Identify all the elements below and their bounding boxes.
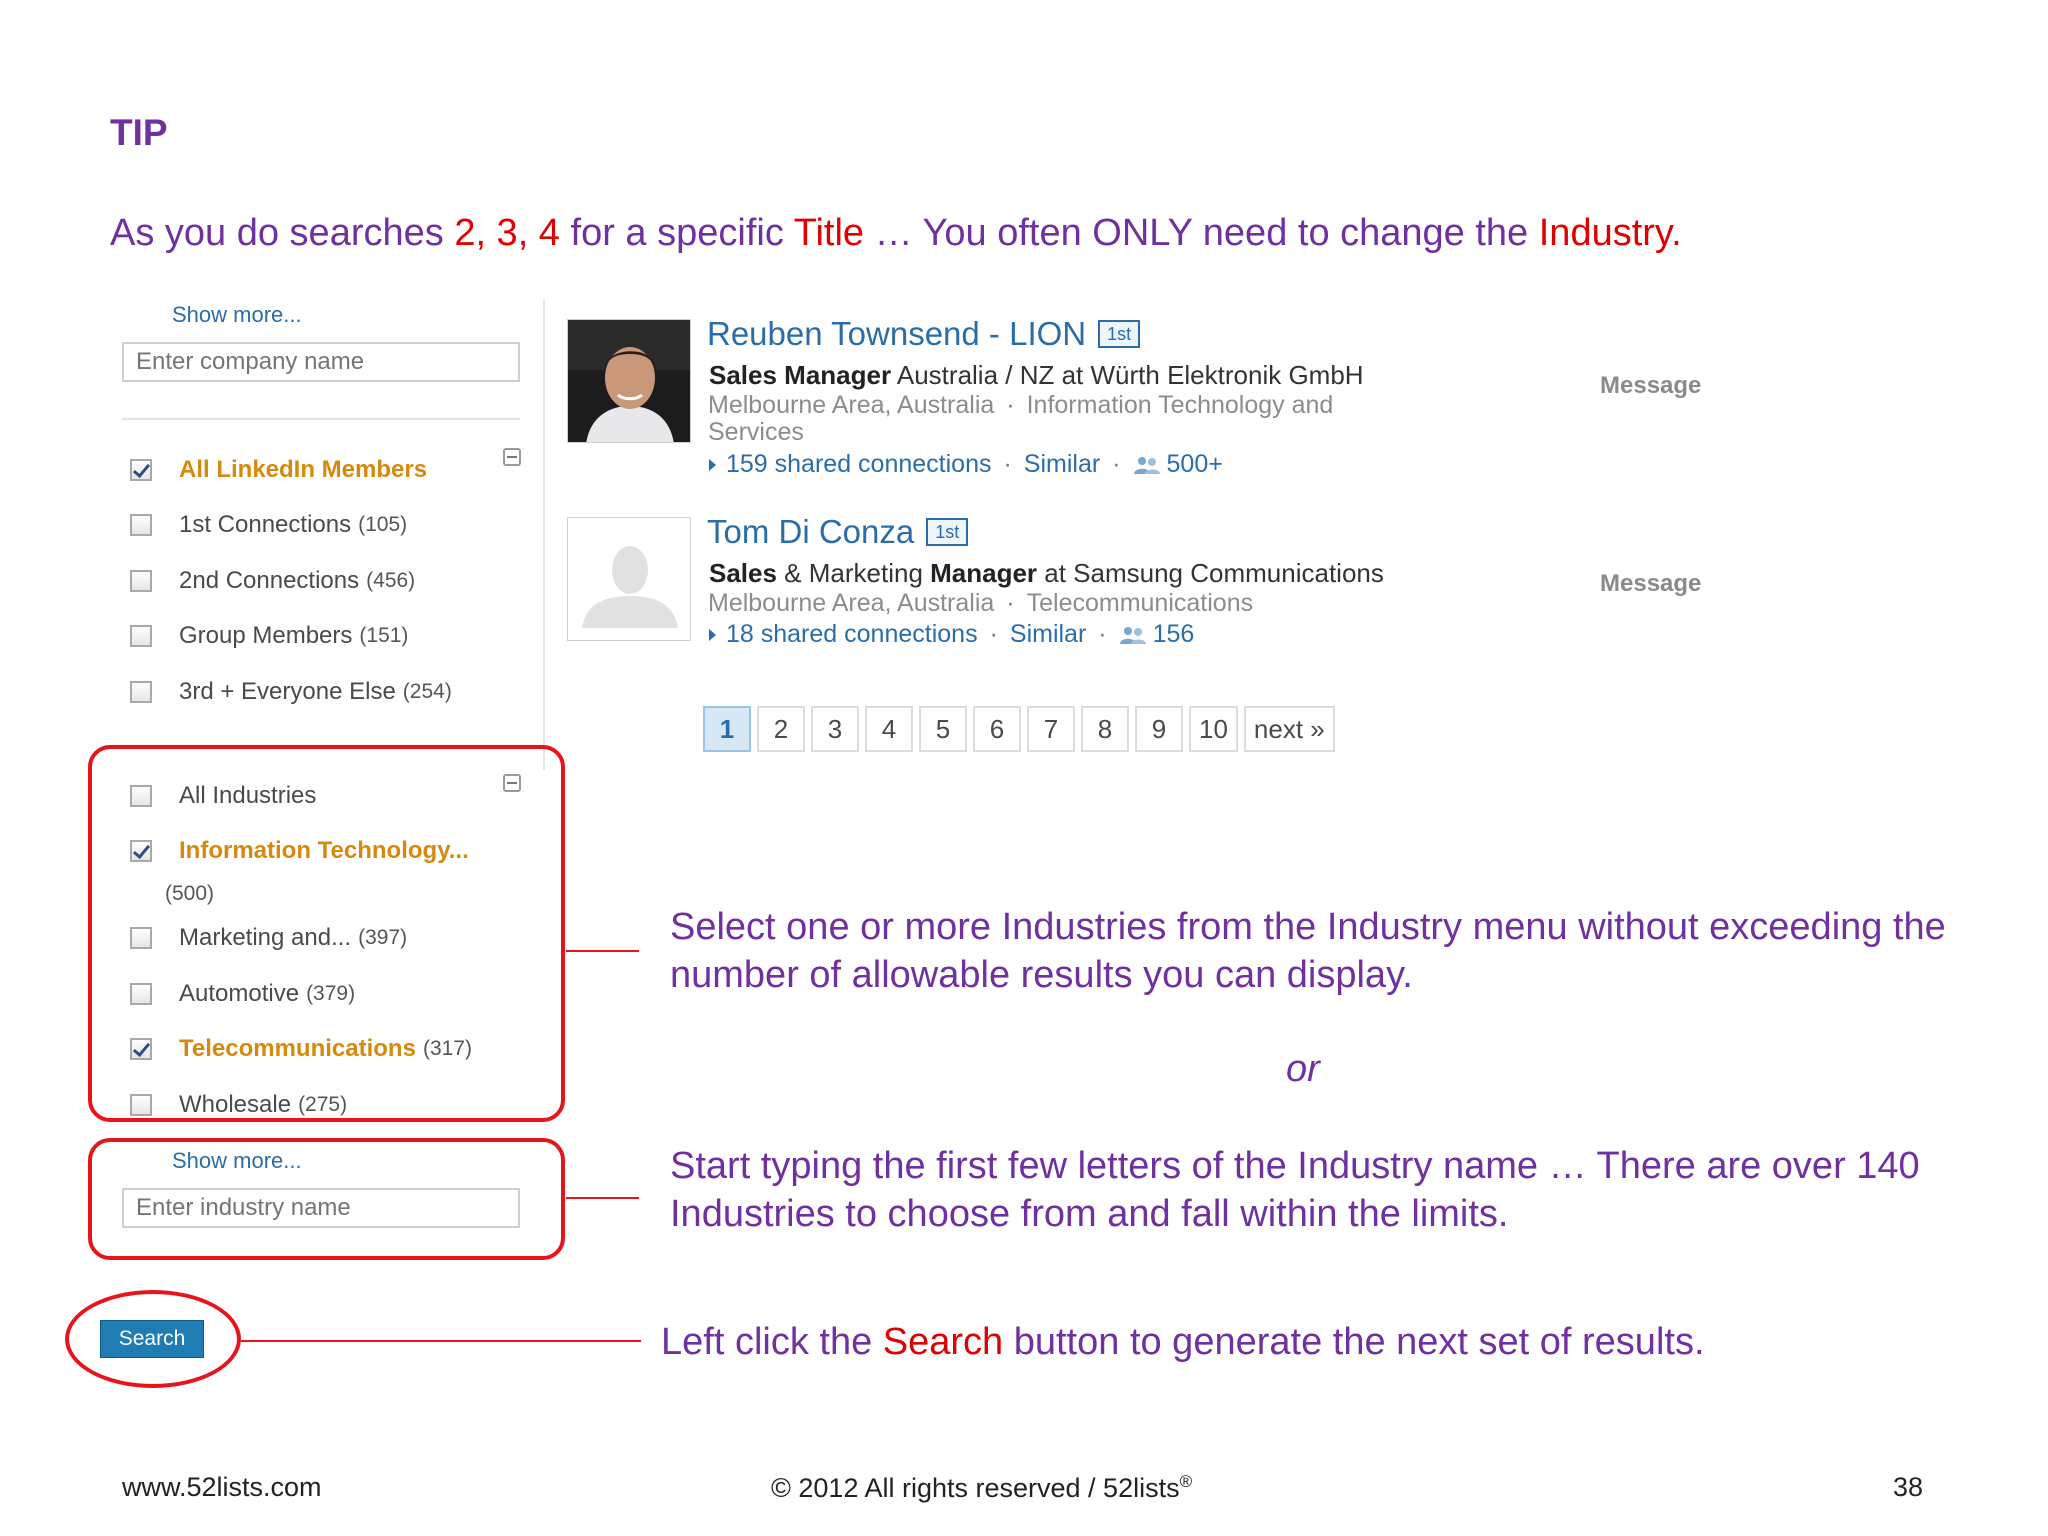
result-name-link[interactable]: Tom Di Conza [707, 513, 914, 551]
result-name-row: Tom Di Conza 1st [707, 513, 969, 551]
connector-line [566, 950, 639, 952]
page-8-button[interactable]: 8 [1081, 706, 1129, 752]
company-name-input[interactable] [122, 342, 520, 382]
connections-count: 500+ [1166, 450, 1223, 478]
company-show-more-link[interactable]: Show more... [172, 302, 302, 328]
page-4-button[interactable]: 4 [865, 706, 913, 752]
connections-icon [1119, 626, 1146, 644]
filter-1st-connections[interactable]: 1st Connections (105) [130, 511, 407, 539]
connections-count: 156 [1152, 620, 1195, 648]
result-location-industry: Melbourne Area, Australia · Telecommunicat… [708, 589, 1254, 617]
message-button[interactable]: Message [1600, 570, 1701, 598]
degree-badge: 1st [1098, 320, 1141, 348]
filter-marketing[interactable]: Marketing and... (397) [130, 924, 407, 952]
checkbox-checked[interactable] [130, 1038, 152, 1060]
intro-text: As you do searches 2, 3, 4 for a specifi… [110, 212, 1682, 254]
pagination: 1 2 3 4 5 6 7 8 9 10 next » [703, 706, 1335, 752]
panel-divider [543, 300, 545, 770]
page-5-button[interactable]: 5 [919, 706, 967, 752]
filter-group-members[interactable]: Group Members (151) [130, 622, 408, 650]
similar-link[interactable]: Similar [1010, 620, 1086, 649]
checkbox[interactable] [130, 570, 152, 592]
note-search: Left click the Search button to generate… [661, 1321, 1705, 1363]
note-industry-menu: Select one or more Industries from the I… [670, 906, 1946, 996]
connections-icon [1133, 456, 1160, 474]
filter-automotive[interactable]: Automotive (379) [130, 980, 355, 1008]
degree-badge: 1st [926, 518, 969, 546]
next-page-button[interactable]: next » [1243, 706, 1335, 752]
result-name-row: Reuben Townsend - LION 1st [707, 315, 1141, 353]
result-name-link[interactable]: Reuben Townsend - LION [707, 315, 1086, 353]
footer-website: www.52lists.com [122, 1472, 322, 1502]
page-2-button[interactable]: 2 [757, 706, 805, 752]
checkbox[interactable] [130, 681, 152, 703]
filter-wholesale[interactable]: Wholesale (275) [130, 1091, 347, 1119]
information-technology-count: (500) [165, 882, 215, 905]
filter-divider [122, 418, 520, 420]
shared-connections-link[interactable]: 18 shared connections [726, 620, 978, 649]
page-3-button[interactable]: 3 [811, 706, 859, 752]
connector-line [566, 1197, 639, 1199]
similar-link[interactable]: Similar [1024, 450, 1100, 479]
collapse-relationship-icon[interactable] [503, 448, 521, 466]
checkbox[interactable] [130, 1094, 152, 1116]
filter-3rd-everyone-else[interactable]: 3rd + Everyone Else (254) [130, 678, 452, 706]
profile-photo-placeholder[interactable] [567, 517, 691, 641]
profile-photo[interactable] [567, 319, 691, 443]
filter-all-industries[interactable]: All Industries [130, 782, 316, 810]
note-typing: Start typing the first few letters of th… [670, 1145, 1920, 1235]
expand-triangle-icon[interactable] [709, 458, 716, 471]
shared-connections-link[interactable]: 159 shared connections [726, 450, 991, 479]
checkbox-checked[interactable] [130, 459, 152, 481]
filter-all-linkedin-members[interactable]: All LinkedIn Members [130, 456, 427, 484]
result-links: 18 shared connections · Similar · 156 [709, 620, 1194, 649]
checkbox[interactable] [130, 983, 152, 1005]
checkbox[interactable] [130, 514, 152, 536]
page-1-button[interactable]: 1 [703, 706, 751, 752]
note-or: or [1286, 1048, 1320, 1090]
tip-heading: TIP [110, 112, 168, 153]
result-location-industry: Melbourne Area, Australia · Information Te… [708, 391, 1334, 446]
page-7-button[interactable]: 7 [1027, 706, 1075, 752]
checkbox[interactable] [130, 927, 152, 949]
checkbox[interactable] [130, 785, 152, 807]
checkbox-checked[interactable] [130, 840, 152, 862]
message-button[interactable]: Message [1600, 372, 1701, 400]
page-6-button[interactable]: 6 [973, 706, 1021, 752]
filter-2nd-connections[interactable]: 2nd Connections (456) [130, 567, 415, 595]
result-headline: Sales & Marketing Manager at Samsung Com… [709, 558, 1384, 588]
page-9-button[interactable]: 9 [1135, 706, 1183, 752]
footer-copyright: © 2012 All rights reserved / 52lists® [771, 1472, 1193, 1503]
page-10-button[interactable]: 10 [1189, 706, 1238, 752]
result-links: 159 shared connections · Similar · 500+ [709, 450, 1223, 479]
expand-triangle-icon[interactable] [709, 628, 716, 641]
filter-telecommunications[interactable]: Telecommunications (317) [130, 1035, 472, 1063]
industry-name-input[interactable] [122, 1188, 520, 1228]
collapse-industry-icon[interactable] [503, 774, 521, 792]
result-headline: Sales Manager Australia / NZ at Würth El… [709, 360, 1364, 390]
footer-page-number: 38 [1893, 1472, 1924, 1502]
connector-line [241, 1340, 641, 1342]
search-button[interactable]: Search [100, 1320, 204, 1358]
checkbox[interactable] [130, 625, 152, 647]
industry-show-more-link[interactable]: Show more... [172, 1148, 302, 1174]
filter-information-technology[interactable]: Information Technology... [130, 837, 469, 865]
